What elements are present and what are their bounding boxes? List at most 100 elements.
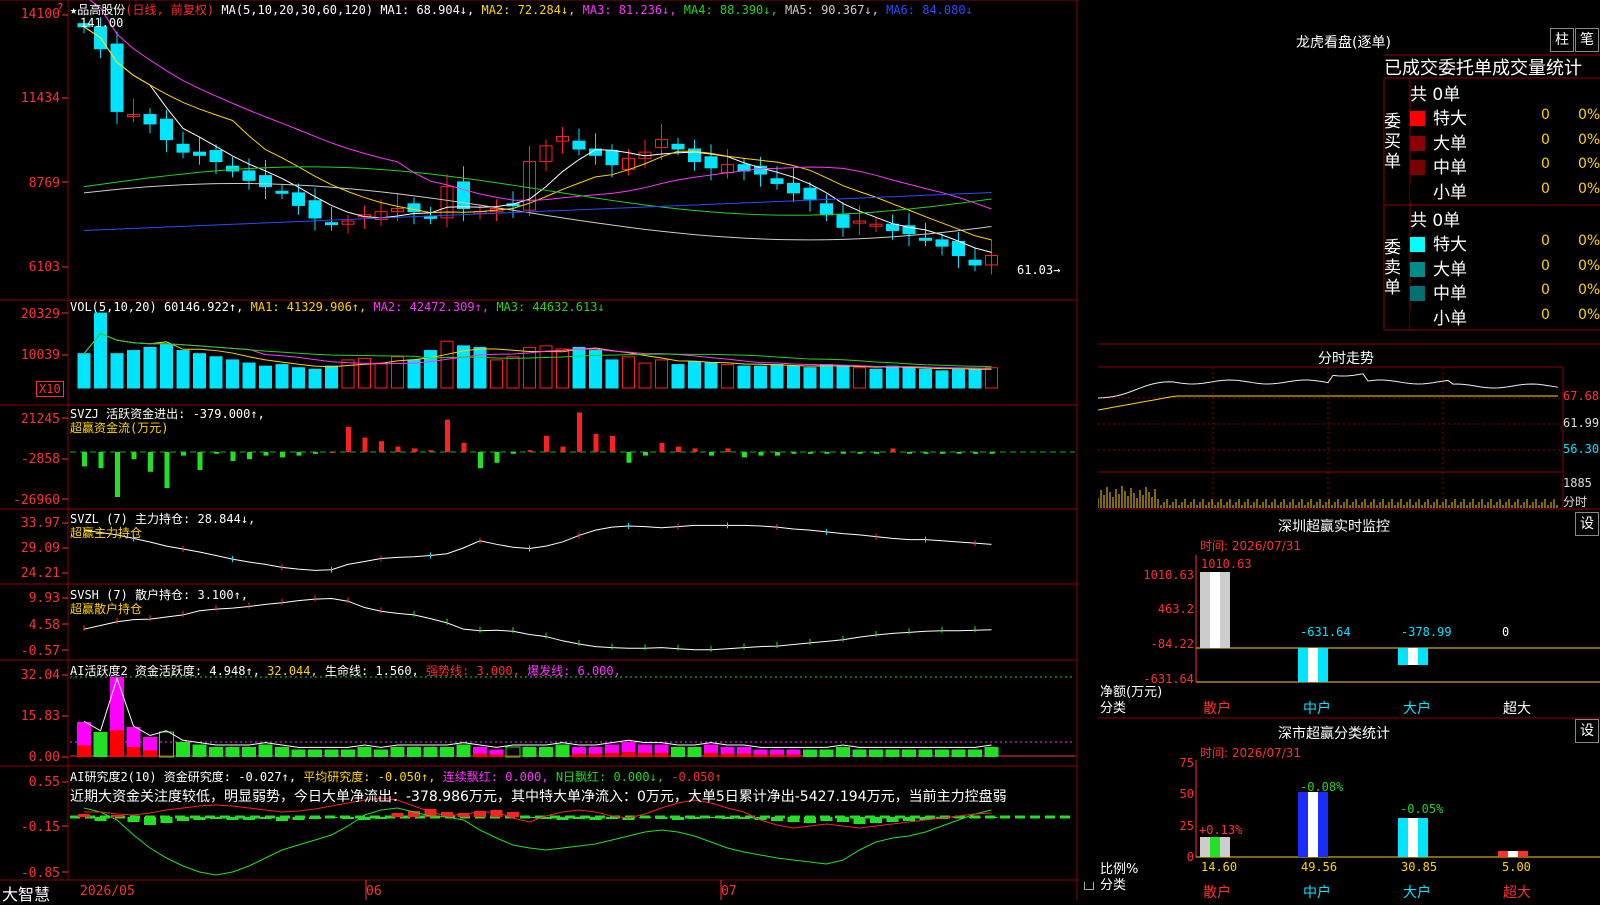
lhb-tabs[interactable]: 已成交委托单成交量统计 (1384, 54, 1582, 80)
svzj-bar (940, 452, 945, 454)
volume-bar (110, 353, 124, 389)
active-bar-base (110, 730, 124, 757)
research-bar (639, 817, 651, 818)
ma-label: MA(5,10,20,30,60,120) (221, 3, 374, 17)
research-bar (804, 817, 816, 823)
candle-body (275, 190, 289, 194)
active-bar-base (588, 753, 603, 757)
monitor-settings-button[interactable]: 设 (1575, 512, 1599, 536)
sell-row-name: 大单 (1433, 259, 1467, 280)
active-bar-base (572, 753, 586, 757)
active-bar (440, 747, 454, 757)
svzj-bar (362, 437, 368, 452)
price-axis-2: 11434 (20, 91, 60, 106)
candle-body (572, 140, 586, 150)
ai-research-v2: 平均研究度: -0.050↑, (303, 770, 436, 784)
svzj-axis-2: -2858 (20, 452, 60, 467)
active-bar (390, 747, 405, 757)
svzj-bar (280, 452, 285, 458)
research-bar (903, 817, 915, 821)
intraday-axis-1: 67.68 (1563, 389, 1600, 403)
active-bar (275, 747, 289, 757)
classstat-bar-highlight (1408, 818, 1418, 857)
volume-bar (242, 362, 256, 389)
svzj-bar (973, 452, 978, 454)
active-bar (918, 749, 933, 757)
research-bar (375, 817, 387, 819)
classstat-settings-button[interactable]: 设 (1575, 719, 1599, 743)
svzj-bar (544, 435, 549, 452)
vol-ma2: MA2: 42472.309↑, (373, 300, 490, 314)
classstat-chg-2: -0.05% (1400, 802, 1444, 816)
active-bar (902, 749, 916, 757)
research-bar (589, 817, 602, 820)
research-bar (886, 817, 899, 822)
volume-bar (622, 356, 635, 389)
ai-active-title: AI活跃度2 资金活跃度: 4.948↑, (70, 664, 260, 678)
column-view-button[interactable]: 柱 (1550, 28, 1574, 52)
lock-icon[interactable] (1084, 882, 1094, 890)
candle-body (308, 200, 322, 219)
research-bar (226, 817, 239, 820)
svzj-bar (412, 448, 417, 452)
research-bar (870, 817, 882, 823)
x-axis-date-1: 2026/05 (80, 884, 135, 899)
classstat-axis-3: 25 (1179, 819, 1194, 833)
volume-bar (671, 364, 685, 389)
active-bar (159, 731, 174, 758)
svzj-bar (428, 450, 434, 452)
svzj-bar (676, 446, 681, 452)
sell-row-swatch (1410, 261, 1425, 277)
svzj-bar (742, 452, 747, 458)
volume-bar (721, 364, 734, 389)
active-bar (93, 732, 108, 757)
svzj-bar (461, 443, 467, 452)
low-marker: 61.03→ (1017, 263, 1061, 277)
svzj-bar (841, 452, 846, 454)
active-bar (209, 747, 223, 757)
buy-row-count: 0 (1541, 180, 1550, 197)
ai-active-v5: 爆发线: 6.000, (527, 664, 621, 678)
monitor-bar-highlight (1210, 572, 1220, 648)
svzj-bar (956, 452, 962, 454)
active-bar-base (753, 754, 768, 757)
sell-row-pct: 0% (1578, 306, 1600, 323)
research-bar (853, 817, 866, 824)
active-bar (308, 749, 322, 757)
main-chart-area[interactable] (0, 0, 1078, 900)
classstat-axis-4: 0 (1186, 850, 1194, 864)
active-bar (968, 749, 982, 757)
ma1-value: MA1: 68.904↓, (380, 3, 475, 17)
volume-bar (853, 367, 866, 389)
tick-view-button[interactable]: 笔 (1575, 28, 1599, 52)
research-bar (655, 817, 668, 819)
ma2-line (83, 26, 992, 241)
sell-row-count: 0 (1541, 282, 1550, 298)
ai-active-v4: 强势线: 3.000, (426, 664, 520, 678)
sell-row-name: 小单 (1433, 308, 1467, 329)
buy-row-pct: 0% (1578, 156, 1600, 172)
svzj-bar (775, 452, 780, 456)
ai-research-note: 近期大资金关注度较低，明显弱势，今日大单净流出：-378.986万元，其中特大单… (70, 789, 1007, 805)
intraday-vol-label: 分时 (1563, 495, 1588, 509)
monitor-val-3: 0 (1502, 625, 1510, 639)
volume-bar (935, 370, 949, 389)
monitor-cat-0: 散户 (1203, 701, 1231, 717)
classstat-bar-highlight (1508, 851, 1518, 857)
vol-ma3: MA3: 44632.613↓ (496, 300, 605, 314)
volume-bar (688, 360, 701, 389)
volume-bar (539, 345, 553, 389)
volume-bar (473, 346, 487, 389)
research-bar (985, 817, 998, 818)
ma4-line (83, 166, 992, 216)
volume-bar (869, 368, 883, 389)
buy-row-name: 大单 (1433, 133, 1467, 154)
research-bar (573, 817, 585, 819)
buy-total: 共 0单 (1410, 85, 1461, 105)
svsh-axis-2: 4.58 (28, 618, 60, 633)
active-bar (324, 749, 339, 757)
buy-row-1: 大单 (1410, 129, 1467, 154)
chart-mode: (日线, 前复权) (125, 3, 215, 17)
ai-active-v2: 32.044, (267, 664, 318, 678)
buy-row-0: 特大 (1410, 104, 1467, 129)
